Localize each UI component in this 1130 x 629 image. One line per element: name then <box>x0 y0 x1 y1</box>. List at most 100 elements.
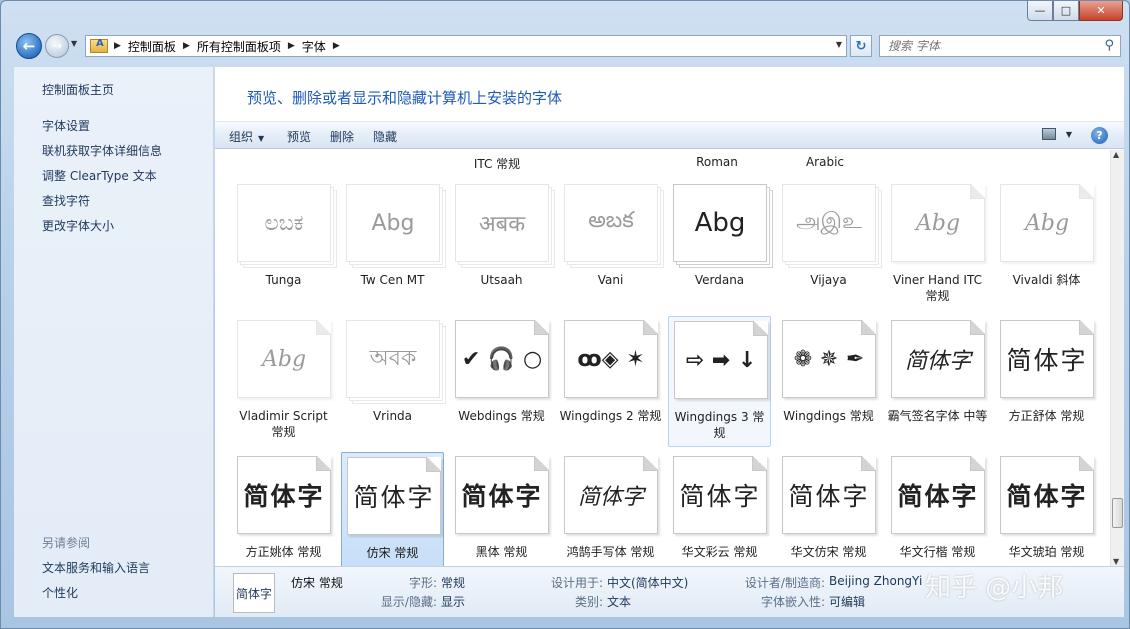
partial-font-label: Roman <box>696 155 738 169</box>
font-tile[interactable]: অবক Vrinda <box>341 316 444 447</box>
font-tile[interactable]: ❁ ✵ ✒ Wingdings 常规 <box>777 316 880 447</box>
font-tile[interactable]: 简体字 华文琥珀 常规 <box>995 452 1098 566</box>
category-label: 类别: <box>574 595 603 609</box>
close-button[interactable]: ✕ <box>1079 1 1123 21</box>
address-dropdown-icon[interactable]: ▼ <box>836 40 842 49</box>
explorer-window: — □ ✕ ← → ▼ ▶ 控制面板 ▶ 所有控制面板项 ▶ 字体 ▶ ▼ ↻ … <box>0 0 1130 629</box>
font-tile[interactable]: 简体字 方正姚体 常规 <box>232 452 335 566</box>
show-hide-label: 显示/隐藏: <box>380 595 437 609</box>
font-tile[interactable]: 简体字 方正舒体 常规 <box>995 316 1098 447</box>
font-preview-icon: 简体字 <box>673 456 767 534</box>
breadcrumb-fonts[interactable]: 字体 <box>302 38 326 55</box>
font-preview-icon: 简体字 <box>347 457 441 535</box>
font-tile[interactable]: ✔ 🎧 ○ Webdings 常规 <box>450 316 553 447</box>
page-title: 预览、删除或者显示和隐藏计算机上安装的字体 <box>247 89 563 107</box>
font-settings-link[interactable]: 字体设置 <box>42 117 90 134</box>
font-sample-text: 简体字 <box>904 349 971 374</box>
font-preview-icon: 简体字 <box>1000 320 1094 398</box>
font-tile[interactable]: ꝏ◈ ✶ Wingdings 2 常规 <box>559 316 662 447</box>
chevron-right-icon[interactable]: ▶ <box>183 41 190 51</box>
font-tile[interactable]: Abg Vivaldi 斜体 <box>995 180 1098 311</box>
font-tile[interactable]: அஇஉ Vijaya <box>777 180 880 311</box>
category-value: 文本 <box>607 595 632 609</box>
font-tile[interactable]: Abg Viner Hand ITC 常规 <box>886 180 989 311</box>
font-preview-icon: 简体字 <box>891 320 985 398</box>
font-tile[interactable]: అబక Vani <box>559 180 662 311</box>
find-character-link[interactable]: 查找字符 <box>42 192 90 209</box>
font-tile[interactable]: 简体字 华文行楷 常规 <box>886 452 989 566</box>
change-view-icon[interactable] <box>1042 128 1056 140</box>
address-bar[interactable]: ▶ 控制面板 ▶ 所有控制面板项 ▶ 字体 ▶ ▼ <box>85 35 847 57</box>
breadcrumb-all-items[interactable]: 所有控制面板项 <box>197 38 281 55</box>
font-tile[interactable]: 简体字 仿宋 常规 <box>341 452 444 566</box>
font-sample-text: 简体字 <box>897 482 979 511</box>
partial-font-label: Arabic <box>805 155 845 169</box>
font-preview-icon: ꝏ◈ ✶ <box>564 320 658 398</box>
refresh-icon: ↻ <box>855 38 867 54</box>
hide-button[interactable]: 隐藏 <box>373 128 397 145</box>
cleartype-link[interactable]: 调整 ClearType 文本 <box>42 167 157 184</box>
font-tile[interactable]: 简体字 华文仿宋 常规 <box>777 452 880 566</box>
maximize-button[interactable]: □ <box>1053 1 1079 21</box>
caption-buttons: — □ ✕ <box>1027 1 1123 21</box>
selected-font-thumbnail: 简体字 <box>233 573 275 613</box>
vertical-scrollbar[interactable]: ▲ ▼ <box>1110 150 1124 566</box>
font-tile[interactable]: 简体字 鸿鹄手写体 常规 <box>559 452 662 566</box>
delete-button[interactable]: 删除 <box>330 128 354 145</box>
change-font-size-link[interactable]: 更改字体大小 <box>42 217 114 234</box>
organize-menu[interactable]: 组织 ▼ <box>229 128 264 145</box>
font-preview-icon: 简体字 <box>1000 456 1094 534</box>
font-name-label: Vani <box>597 273 624 287</box>
font-name-label: Verdana <box>694 273 745 287</box>
font-preview-icon: Abg <box>237 320 331 398</box>
font-sample-text: Abg <box>915 210 961 236</box>
help-icon[interactable]: ? <box>1091 127 1108 144</box>
font-preview-icon: ✔ 🎧 ○ <box>455 320 549 398</box>
font-preview-icon: ಲಬಕ <box>237 184 331 262</box>
scroll-up-icon[interactable]: ▲ <box>1113 150 1119 159</box>
search-box[interactable]: ⚲ <box>879 35 1121 57</box>
command-bar: 组织 ▼ 预览 删除 隐藏 ▼ ? <box>215 121 1124 149</box>
watermark-text: 知乎 @小邦 <box>925 573 1064 603</box>
embeddability-value: 可编辑 <box>829 595 866 609</box>
preview-button[interactable]: 预览 <box>287 128 311 145</box>
font-tile[interactable]: 简体字 黑体 常规 <box>450 452 553 566</box>
control-panel-home-link[interactable]: 控制面板主页 <box>42 81 114 98</box>
font-tile[interactable]: Abg Vladimir Script 常规 <box>232 316 335 447</box>
font-tile[interactable]: Abg Verdana <box>668 180 771 311</box>
view-options-chevron-icon[interactable]: ▼ <box>1066 130 1072 139</box>
breadcrumb-control-panel[interactable]: 控制面板 <box>128 38 176 55</box>
font-name-label: Tunga <box>265 273 302 287</box>
text-services-link[interactable]: 文本服务和输入语言 <box>42 559 150 576</box>
chevron-right-icon[interactable]: ▶ <box>333 41 340 51</box>
recent-pages-dropdown[interactable]: ▼ <box>71 39 77 48</box>
back-button[interactable]: ← <box>16 33 42 59</box>
font-sample-text: ❁ ✵ ✒ <box>793 346 865 372</box>
font-sample-text: Abg <box>1024 210 1070 236</box>
font-name-label: Vladimir Script 常规 <box>239 409 328 439</box>
refresh-button[interactable]: ↻ <box>850 35 872 57</box>
font-tile[interactable]: 简体字 霸气签名字体 中等 <box>886 316 989 447</box>
minimize-button[interactable]: — <box>1027 1 1053 21</box>
chevron-right-icon[interactable]: ▶ <box>288 41 295 51</box>
back-arrow-icon: ← <box>22 37 36 55</box>
online-font-info-link[interactable]: 联机获取字体详细信息 <box>42 142 162 159</box>
font-tile[interactable]: ⇨ ➡ ↓ Wingdings 3 常规 <box>668 316 771 447</box>
designed-for-label: 设计用于: <box>550 576 603 590</box>
font-tile[interactable]: Abg Tw Cen MT <box>341 180 444 311</box>
font-sample-text: 简体字 <box>353 483 435 512</box>
font-name-label: Wingdings 3 常规 <box>674 410 765 440</box>
search-input[interactable] <box>880 36 1090 56</box>
forward-button[interactable]: → <box>45 34 69 58</box>
scrollbar-thumb[interactable] <box>1112 498 1123 528</box>
scroll-down-icon[interactable]: ▼ <box>1113 557 1119 566</box>
chevron-right-icon[interactable]: ▶ <box>114 41 121 51</box>
font-tile[interactable]: अबक Utsaah <box>450 180 553 311</box>
font-name-label: Tw Cen MT <box>360 273 425 287</box>
personalization-link[interactable]: 个性化 <box>42 584 78 601</box>
font-sample-text: Abg <box>261 346 307 372</box>
search-icon[interactable]: ⚲ <box>1104 38 1114 53</box>
font-tile[interactable]: ಲಬಕ Tunga <box>232 180 335 311</box>
font-tile[interactable]: 简体字 华文彩云 常规 <box>668 452 771 566</box>
font-name-label: Webdings 常规 <box>458 409 545 423</box>
